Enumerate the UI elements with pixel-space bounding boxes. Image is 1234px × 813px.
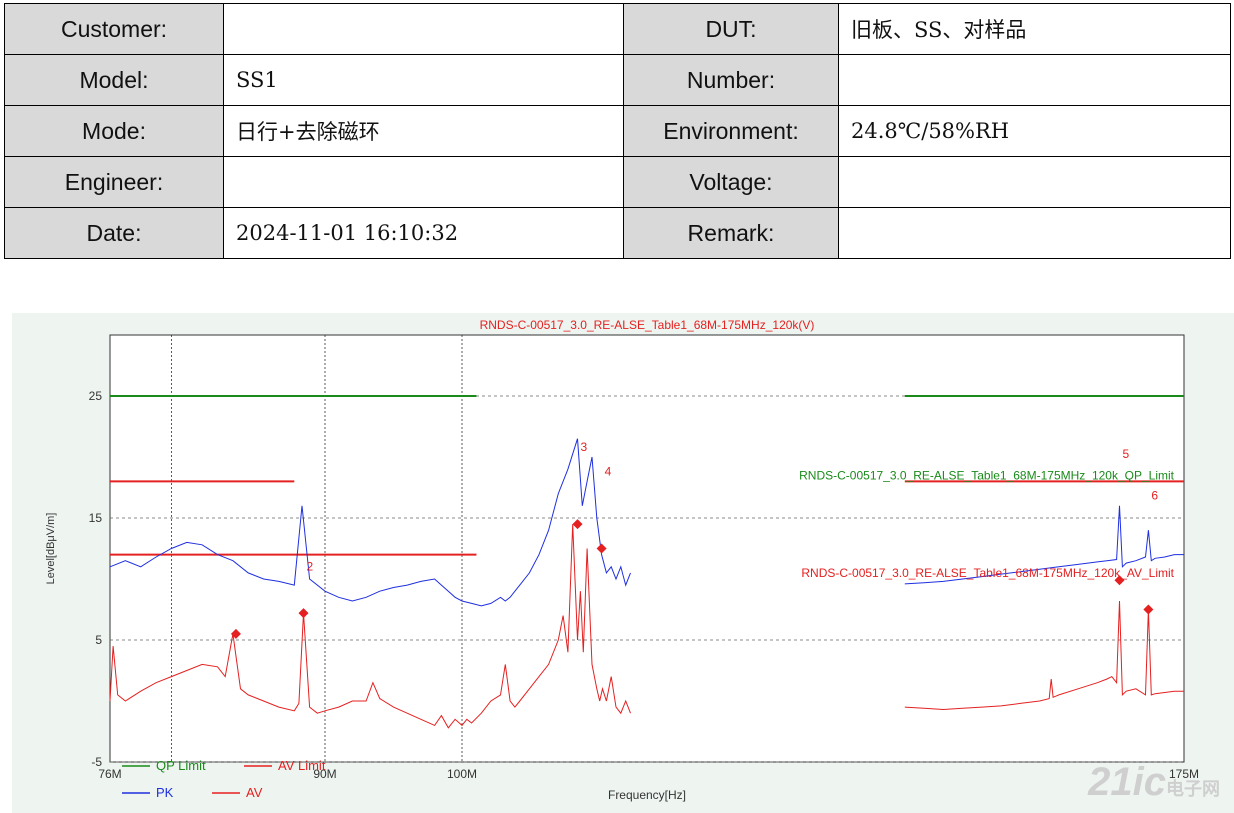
test-info-table: Customer: DUT: 旧板、SS、对样品 Model: SS1 Numb… [4,3,1231,259]
table-row: Mode: 日行+去除磁环 Environment: 24.8℃/58%RH [4,105,1231,157]
y-tick-label: 15 [89,511,103,525]
table-row: Date: 2024-11-01 16:10:32 Remark: [4,207,1231,259]
dut-value: 旧板、SS、对样品 [838,3,1231,55]
y-tick-label: 5 [95,633,102,647]
table-row: Customer: DUT: 旧板、SS、对样品 [4,3,1231,55]
date-value: 2024-11-01 16:10:32 [223,207,624,259]
customer-label: Customer: [4,3,224,55]
chart-svg: -55152576M 90M 100M 175MRNDS-C-00517_3.0_RE… [45,318,1199,802]
model-value: SS1 [223,54,624,106]
customer-value [223,3,624,55]
peak-label: 3 [581,440,588,454]
number-label: Number: [623,54,839,106]
table-row: Engineer: Voltage: [4,156,1231,208]
x-tick-label: 100M [447,767,477,781]
remark-label: Remark: [623,207,839,259]
date-label: Date: [4,207,224,259]
peak-label: 5 [1123,447,1130,461]
mode-value: 日行+去除磁环 [223,105,624,157]
watermark-text: 21ic [1088,760,1166,804]
watermark-subtext: 电子网 [1166,779,1220,799]
legend-label: AV Limit [278,758,326,773]
chart-title: RNDS-C-00517_3.0_RE-ALSE_Table1_68M-175M… [480,318,815,332]
peak-label: 4 [605,464,612,478]
remark-value [838,207,1231,259]
watermark-logo: 21ic电子网 [1088,760,1220,805]
peak-label: 2 [307,559,314,573]
peak-label: 6 [1151,489,1158,503]
environment-value: 24.8℃/58%RH [838,105,1231,157]
limit-annotation: RNDS-C-00517_3.0_RE-ALSE_Table1_68M-175M… [799,468,1175,482]
mode-label: Mode: [4,105,224,157]
voltage-value [838,156,1231,208]
plot-area [109,334,1185,763]
table-row: Model: SS1 Number: [4,54,1231,106]
emission-chart: -5 5 15 25 76M 90M 100M 175M RNDS-C-00517_3.0_RE… [12,313,1234,813]
engineer-value [223,156,624,208]
legend-label: PK [156,785,174,800]
dut-label: DUT: [623,3,839,55]
number-value [838,54,1231,106]
y-tick-label: 25 [89,389,103,403]
legend-label: QP Limit [156,758,206,773]
legend-label: AV [246,785,263,800]
y-axis-label: Level[dBμV/m] [45,513,57,585]
voltage-label: Voltage: [623,156,839,208]
model-label: Model: [4,54,224,106]
engineer-label: Engineer: [4,156,224,208]
environment-label: Environment: [623,105,839,157]
x-axis-label: Frequency[Hz] [608,788,686,802]
x-tick-label: 76M [98,767,121,781]
